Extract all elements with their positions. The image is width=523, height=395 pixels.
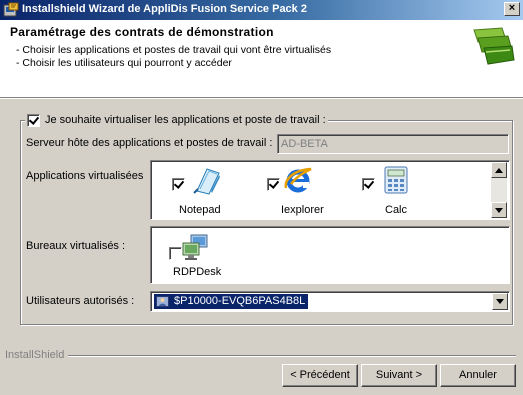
close-icon: ×: [508, 2, 516, 14]
header-separator: [0, 98, 523, 99]
instruction-line-2: - Choisir les utilisateurs qui pourront …: [16, 57, 232, 69]
server-label: Serveur hôte des applications et postes …: [26, 137, 273, 149]
arrow-down-icon: [495, 207, 503, 213]
installer-app-icon: [3, 2, 19, 17]
users-selected-value: $P10000-EVQB6PAS4B8L: [174, 295, 306, 307]
back-button[interactable]: < Précédent: [282, 364, 358, 387]
desktop-name-rdpdesk: RDPDesk: [173, 266, 222, 278]
applications-scrollbar[interactable]: [491, 162, 507, 218]
virtualize-option[interactable]: Je souhaite virtualiser les applications…: [25, 112, 328, 128]
app-item-notepad[interactable]: Notepad: [169, 165, 229, 217]
users-label: Utilisateurs autorisés :: [26, 295, 135, 307]
scroll-down-button[interactable]: [491, 202, 507, 218]
virtualize-label: Je souhaite virtualiser les applications…: [45, 114, 326, 126]
window-title: Installshield Wizard de AppliDis Fusion …: [22, 3, 307, 15]
app-checkbox-calc[interactable]: [362, 178, 375, 191]
desktops-label: Bureaux virtualisés :: [26, 240, 126, 252]
app-checkbox-notepad[interactable]: [172, 178, 185, 191]
cancel-button[interactable]: Annuler: [440, 364, 516, 387]
notepad-icon: [193, 168, 220, 195]
users-dropdown-button[interactable]: [492, 293, 508, 310]
chevron-down-icon: [496, 299, 504, 304]
applications-list: Notepad Iexplorer Calc: [150, 160, 510, 220]
arrow-up-icon: [495, 167, 503, 173]
app-name-notepad: Notepad: [179, 204, 221, 216]
server-value: AD-BETA: [281, 138, 328, 150]
server-field[interactable]: AD-BETA: [277, 134, 509, 154]
internet-explorer-icon: [284, 167, 312, 193]
scroll-up-button[interactable]: [491, 162, 507, 178]
page-title: Paramétrage des contrats de démonstratio…: [10, 25, 274, 39]
close-button[interactable]: ×: [504, 2, 520, 16]
wizard-logo-icon: [473, 27, 515, 65]
app-name-iexplorer: Iexplorer: [281, 204, 324, 216]
app-checkbox-iexplorer[interactable]: [267, 178, 280, 191]
app-item-iexplorer[interactable]: Iexplorer: [259, 165, 329, 217]
desktops-list: RDPDesk: [150, 226, 510, 284]
instruction-line-1: - Choisir les applications et postes de …: [16, 44, 332, 56]
footer-divider-highlight: [68, 356, 516, 357]
applications-label: Applications virtualisées: [26, 170, 144, 182]
app-item-calc[interactable]: Calc: [359, 165, 429, 217]
user-group-icon: [156, 296, 169, 307]
title-bar: Installshield Wizard de AppliDis Fusion …: [0, 0, 523, 20]
virtualize-checkbox[interactable]: [27, 113, 40, 127]
wizard-header: Paramétrage des contrats de démonstratio…: [0, 20, 523, 98]
next-button[interactable]: Suivant >: [361, 364, 437, 387]
desktop-item-rdpdesk[interactable]: RDPDesk: [169, 233, 239, 283]
installer-window: Installshield Wizard de AppliDis Fusion …: [0, 0, 523, 395]
installshield-brand: InstallShield: [5, 349, 65, 361]
remote-desktop-icon: [182, 234, 208, 260]
app-name-calc: Calc: [385, 204, 408, 216]
users-combobox[interactable]: $P10000-EVQB6PAS4B8L: [150, 291, 510, 312]
calculator-icon: [384, 166, 408, 194]
users-selected-item: $P10000-EVQB6PAS4B8L: [154, 294, 309, 309]
